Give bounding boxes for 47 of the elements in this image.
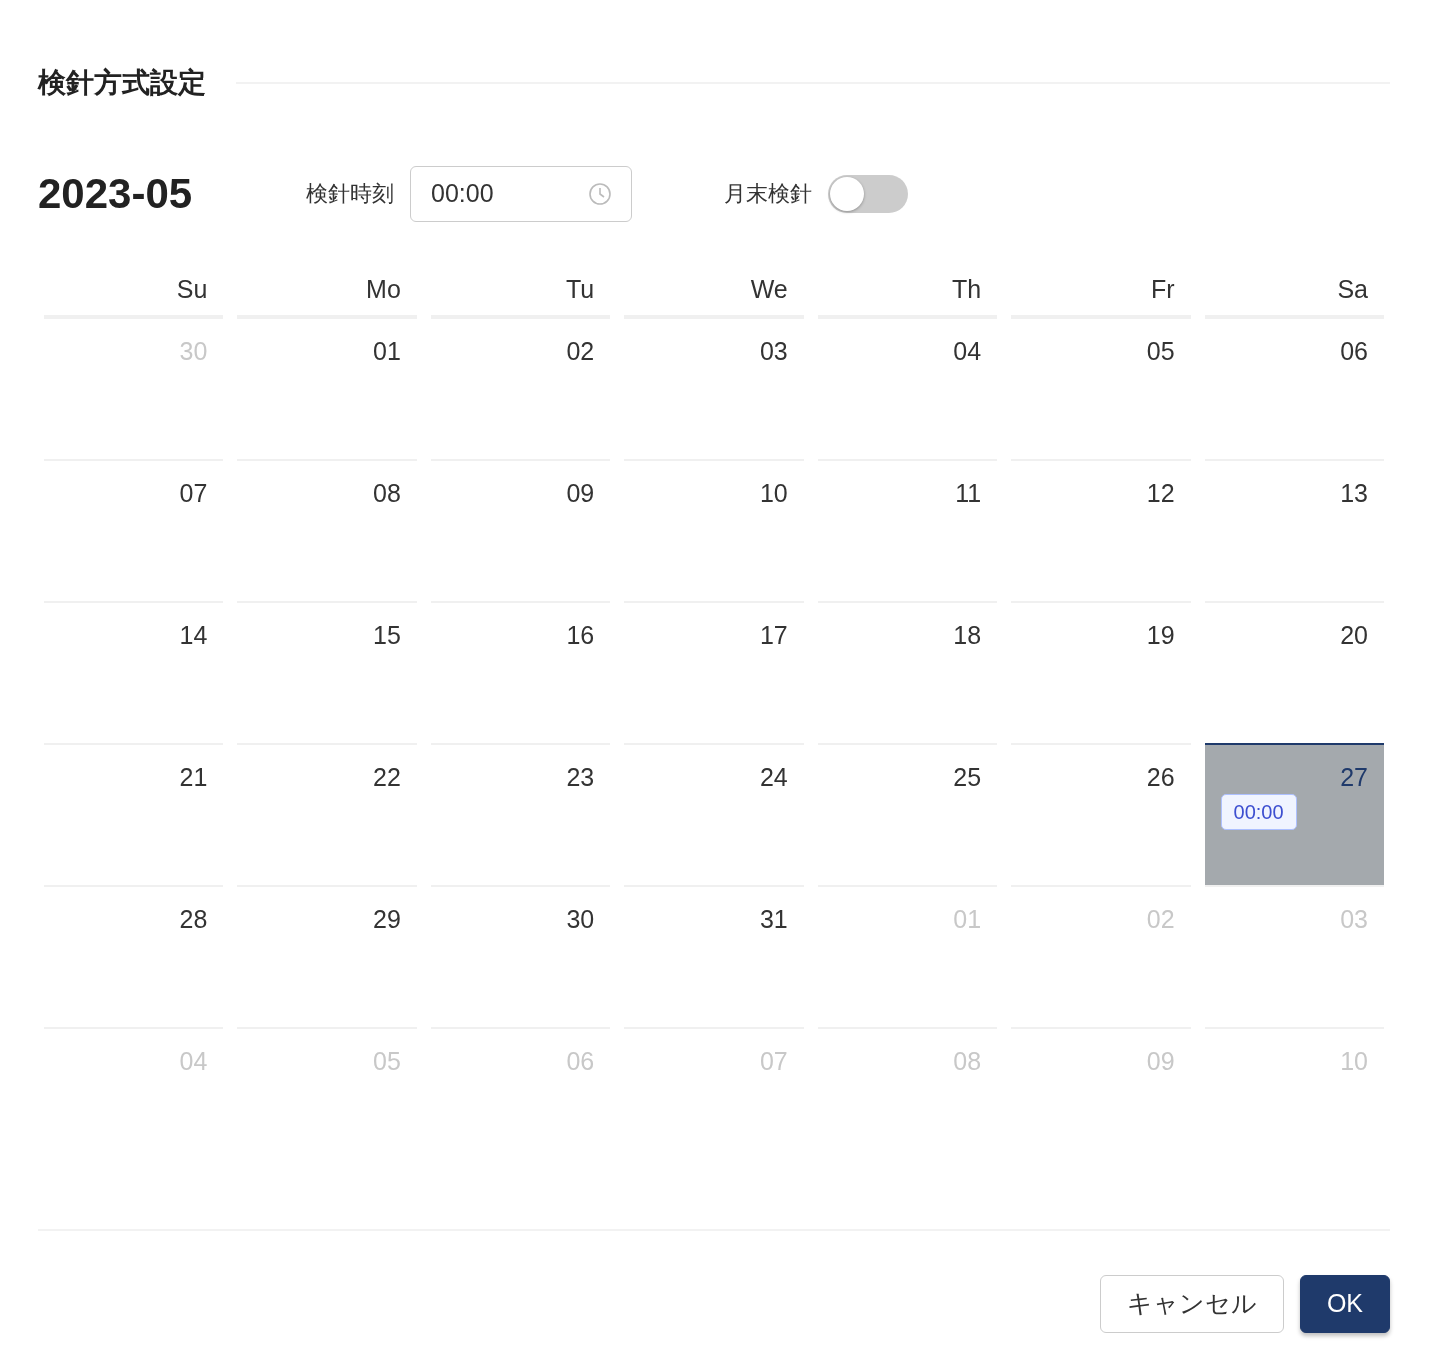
day-cell[interactable]: 02 — [430, 316, 611, 459]
weekday-header: Mo — [237, 271, 417, 317]
day-cell[interactable]: 08 — [237, 458, 417, 601]
day-cell[interactable]: 07 — [44, 458, 224, 601]
day-cell[interactable]: 30 — [430, 884, 611, 1027]
day-cell[interactable]: 16 — [430, 600, 611, 743]
day-cell[interactable]: 04 — [817, 316, 998, 459]
month-title: 2023-05 — [38, 169, 194, 219]
day-cell[interactable]: 19 — [1011, 600, 1191, 743]
dialog-title: 検針方式設定 — [38, 66, 206, 100]
day-cell[interactable]: 01 — [237, 316, 417, 459]
weekday-header: Su — [44, 271, 224, 317]
month-end-label: 月末検針 — [724, 180, 812, 208]
day-cell[interactable]: 09 — [430, 458, 611, 601]
weekday-header: We — [624, 271, 804, 317]
day-cell[interactable]: 17 — [624, 600, 804, 743]
day-cell[interactable]: 10 — [624, 458, 804, 601]
day-cell[interactable]: 13 — [1204, 458, 1384, 601]
day-cell[interactable]: 14 — [44, 600, 224, 743]
day-cell[interactable]: 28 — [44, 884, 224, 1027]
day-cell[interactable]: 05 — [1011, 316, 1191, 459]
clock-icon — [588, 181, 612, 206]
day-cell[interactable]: 21 — [44, 742, 224, 885]
day-cell[interactable]: 15 — [237, 600, 417, 743]
toggle-switch[interactable] — [828, 174, 908, 213]
day-cell[interactable]: 23 — [430, 742, 611, 885]
day-cell[interactable]: 11 — [817, 458, 998, 601]
day-cell[interactable]: 24 — [624, 742, 804, 885]
day-cell[interactable]: 31 — [624, 884, 804, 1027]
day-cell[interactable]: 06 — [1204, 316, 1384, 459]
weekday-header: Tu — [430, 271, 611, 317]
day-cell[interactable]: 26 — [1011, 742, 1191, 885]
weekday-header: Th — [817, 271, 998, 317]
day-cell[interactable]: 18 — [817, 600, 998, 743]
time-field[interactable]: 00:00 — [410, 165, 632, 222]
day-cell[interactable]: 27 00:00 — [1204, 742, 1384, 885]
day-cell[interactable]: 22 — [237, 742, 417, 885]
weekday-header: Sa — [1204, 271, 1384, 317]
weekday-header: Fr — [1011, 271, 1191, 317]
event-tag[interactable]: 00:00 — [1220, 794, 1297, 830]
day-cell[interactable]: 12 — [1011, 458, 1191, 601]
day-cell[interactable]: 03 — [624, 316, 804, 459]
ok-button[interactable]: OK — [1299, 1274, 1390, 1333]
cancel-button[interactable]: キャンセル — [1099, 1274, 1284, 1333]
day-cell[interactable]: 29 — [237, 884, 417, 1027]
time-label: 検針時刻 — [306, 180, 394, 208]
day-cell[interactable]: 25 — [817, 742, 998, 885]
